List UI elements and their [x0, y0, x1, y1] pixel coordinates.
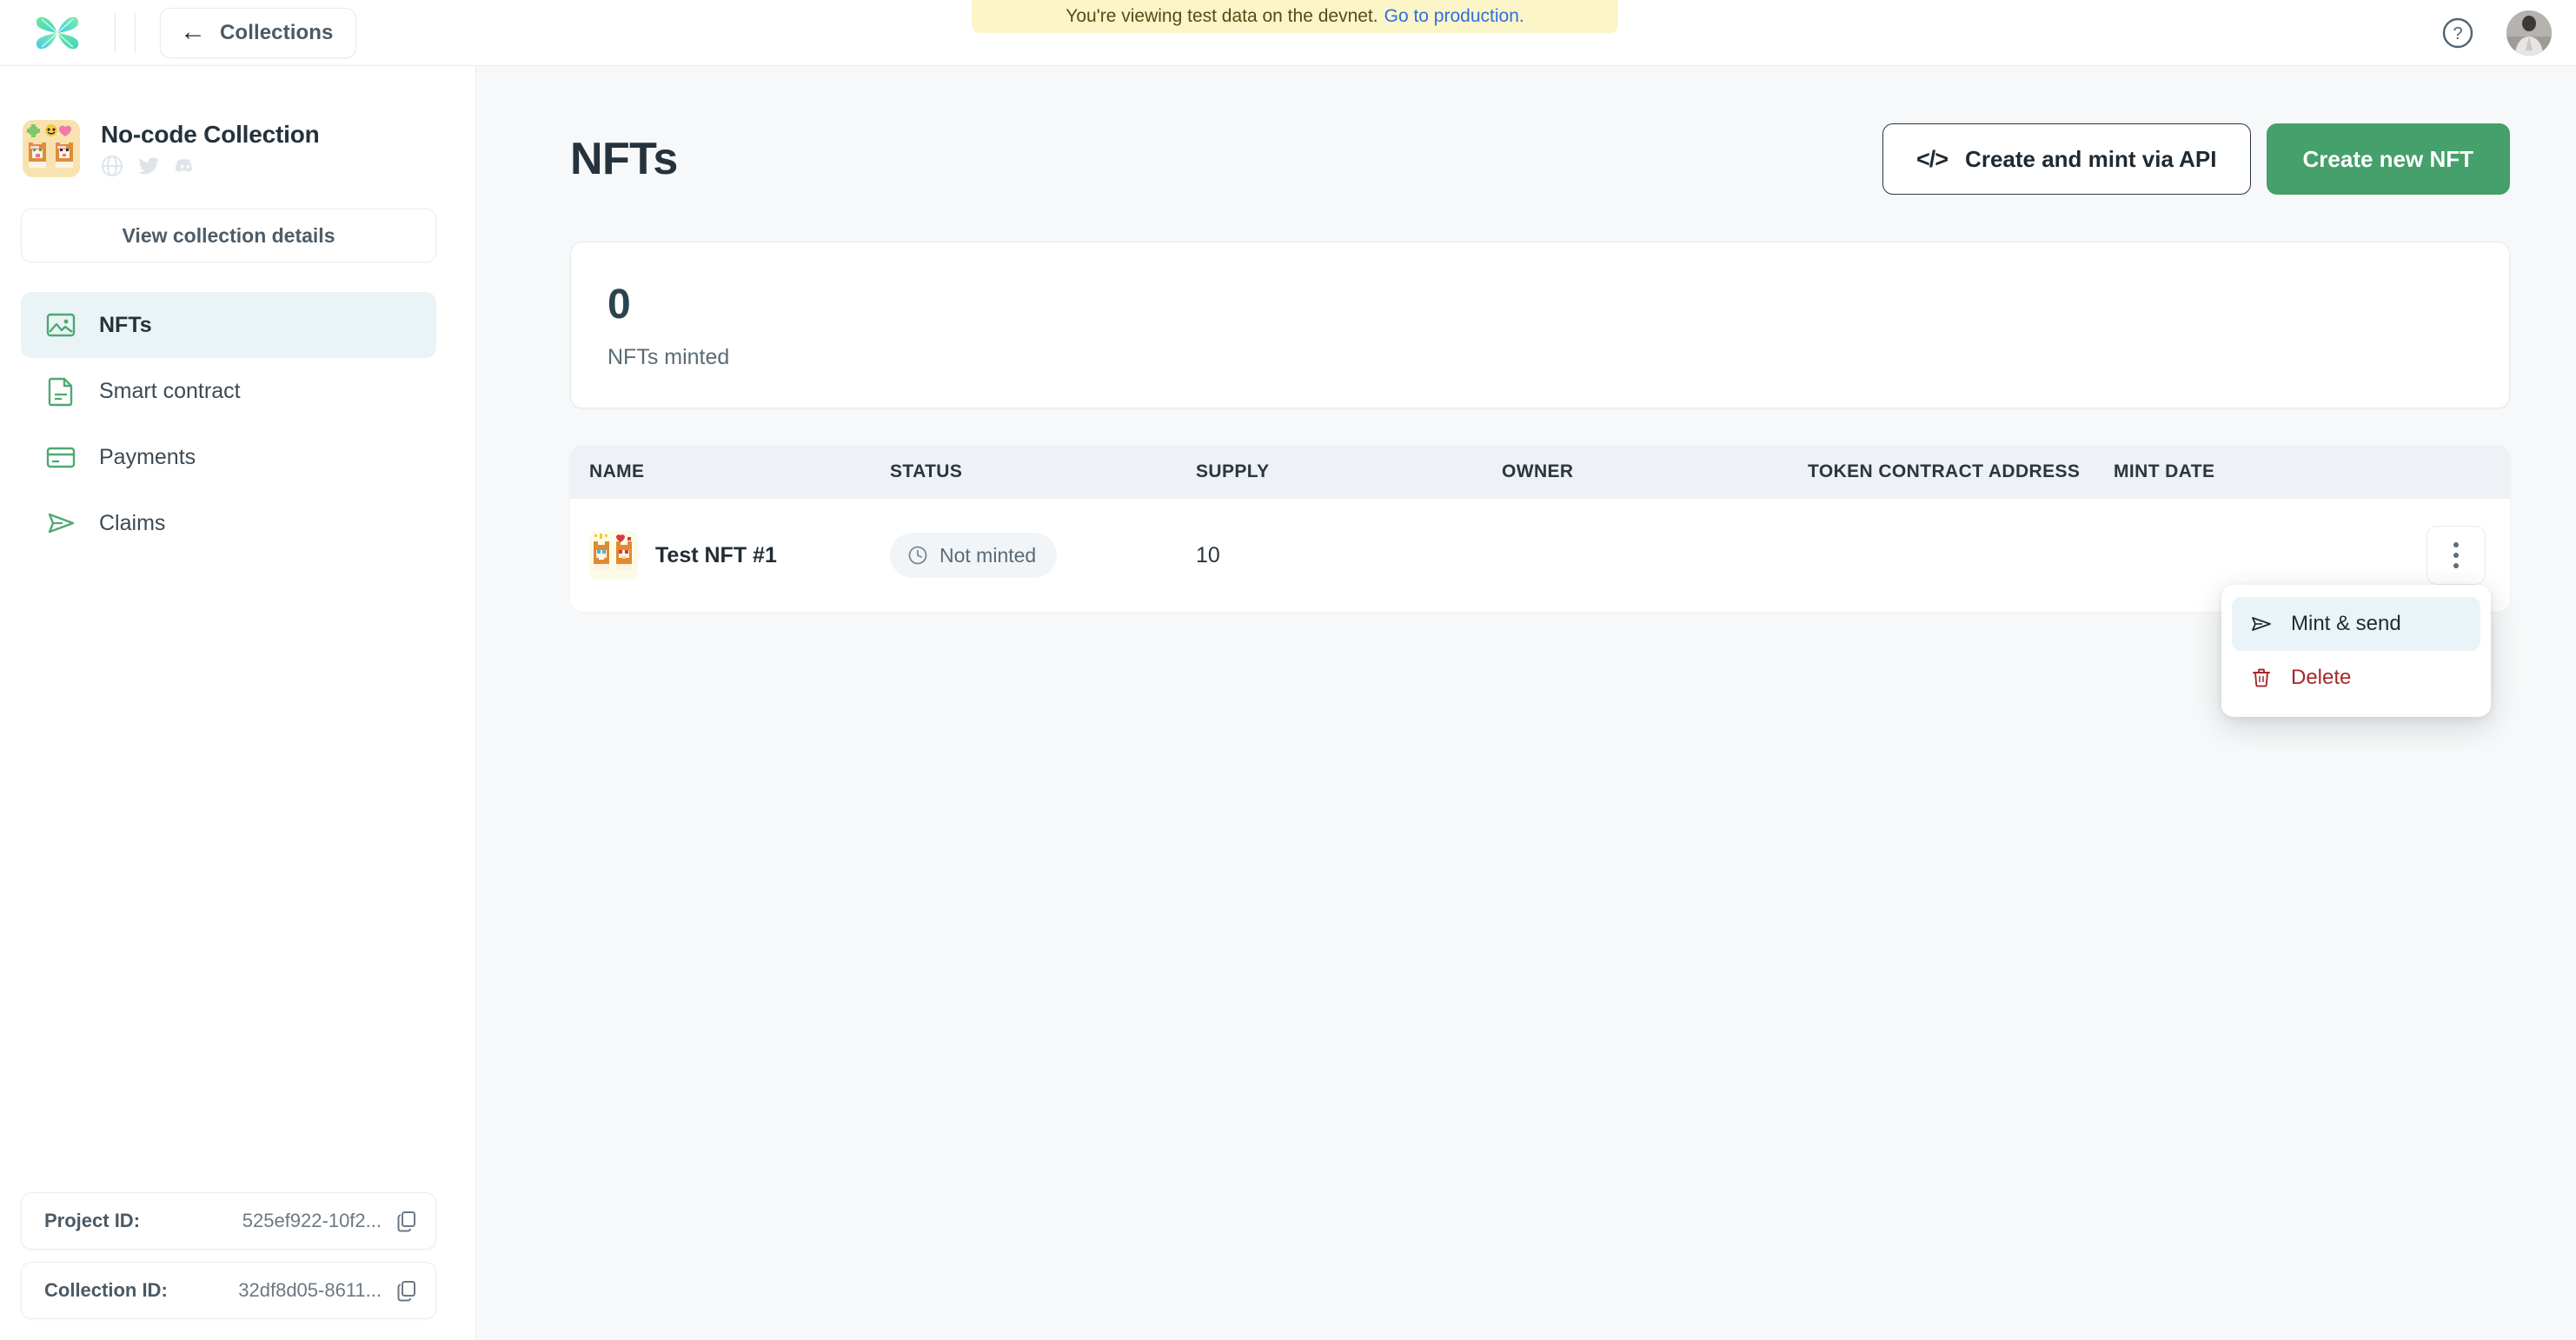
copy-icon[interactable] — [395, 1210, 418, 1232]
back-to-collections-button[interactable]: ← Collections — [160, 7, 357, 58]
avatar-photo — [2506, 10, 2552, 56]
sidebar: No-code Collection View collection detai… — [0, 66, 476, 1340]
social-links — [101, 155, 320, 177]
collection-meta: No-code Collection — [101, 121, 320, 177]
view-collection-details-label: View collection details — [122, 223, 335, 247]
row-actions-menu-button[interactable] — [2427, 526, 2486, 585]
credit-card-icon — [43, 440, 78, 474]
api-button-label: Create and mint via API — [1965, 145, 2217, 172]
back-button-label: Collections — [220, 20, 334, 44]
three-dots-vertical-icon-dot — [2453, 553, 2459, 558]
nft-pixel-art-thumbnail — [589, 531, 638, 580]
column-header-status: STATUS — [890, 461, 963, 481]
column-header-name: NAME — [589, 461, 645, 481]
menu-item-label: Mint & send — [2291, 612, 2401, 635]
globe-icon[interactable] — [101, 155, 123, 177]
column-header-supply: SUPPLY — [1196, 461, 1270, 481]
svg-text:?: ? — [2453, 24, 2462, 43]
sidebar-item-label: NFTs — [99, 312, 152, 337]
status-badge: Not minted — [890, 533, 1058, 578]
page-title: NFTs — [570, 134, 678, 184]
status-label: Not minted — [939, 543, 1037, 567]
column-header-token-contract-address: TOKEN CONTRACT ADDRESS — [1808, 461, 2081, 481]
header-actions: </> Create and mint via API Create new N… — [1882, 123, 2510, 195]
topbar-divider-2 — [135, 12, 136, 53]
table-row[interactable]: Test NFT #1 Not minted 10 — [570, 499, 2510, 612]
go-to-production-link[interactable]: Go to production. — [1384, 6, 1524, 27]
sidebar-item-payments[interactable]: Payments — [21, 424, 436, 490]
project-id-value: 525ef922-10f2... — [242, 1210, 382, 1231]
project-id-row: Project ID: 525ef922-10f2... — [21, 1192, 436, 1250]
column-header-owner: OWNER — [1502, 461, 1574, 481]
three-dots-vertical-icon-dot — [2453, 563, 2459, 568]
send-icon — [2249, 612, 2274, 636]
main-header: NFTs </> Create and mint via API Create … — [476, 66, 2576, 195]
clock-icon — [907, 545, 928, 566]
three-dots-vertical-icon — [2453, 542, 2459, 547]
app-logo[interactable] — [0, 0, 115, 66]
menu-item-label: Delete — [2291, 666, 2352, 689]
project-id-label: Project ID: — [44, 1210, 141, 1231]
nft-name: Test NFT #1 — [655, 542, 777, 567]
create-button-label: Create new NFT — [2302, 145, 2474, 172]
x-butterfly-logo — [36, 17, 79, 49]
image-icon — [43, 308, 78, 342]
code-icon: </> — [1916, 145, 1949, 172]
menu-item-delete[interactable]: Delete — [2232, 651, 2480, 705]
sidebar-item-nfts[interactable]: NFTs — [21, 292, 436, 358]
supply-value: 10 — [1196, 542, 1220, 567]
table-header-row: NAME STATUS SUPPLY OWNER TOKEN CONTRACT … — [570, 445, 2510, 499]
devnet-banner-text: You're viewing test data on the devnet. — [1066, 6, 1378, 26]
create-new-nft-button[interactable]: Create new NFT — [2266, 123, 2510, 195]
discord-icon[interactable] — [174, 155, 196, 177]
sidebar-item-claims[interactable]: Claims — [21, 490, 436, 556]
collection-id-value: 32df8d05-8611... — [238, 1279, 382, 1301]
collection-id-row: Collection ID: 32df8d05-8611... — [21, 1262, 436, 1319]
document-icon — [43, 374, 78, 408]
cell-status: Not minted — [890, 533, 1196, 578]
create-and-mint-via-api-button[interactable]: </> Create and mint via API — [1882, 123, 2251, 195]
menu-item-mint-and-send[interactable]: Mint & send — [2232, 597, 2480, 651]
nfts-minted-stat-card: 0 NFTs minted — [570, 242, 2510, 408]
column-header-mint-date: MINT DATE — [2114, 461, 2215, 481]
help-button[interactable]: ? — [2440, 16, 2475, 50]
sidebar-nav: NFTs Smart contract Payments Claims — [21, 292, 436, 556]
collection-name: No-code Collection — [101, 120, 320, 148]
cell-name: Test NFT #1 — [570, 531, 890, 580]
question-circle-icon: ? — [2442, 17, 2473, 49]
cell-supply: 10 — [1196, 543, 1502, 568]
stat-value: 0 — [607, 282, 631, 328]
sidebar-item-smart-contract[interactable]: Smart contract — [21, 358, 436, 424]
trash-icon — [2249, 666, 2274, 690]
user-avatar[interactable] — [2506, 10, 2552, 56]
stat-label: NFTs minted — [607, 345, 730, 369]
twitter-icon[interactable] — [137, 155, 160, 177]
sidebar-item-label: Smart contract — [99, 378, 241, 403]
copy-icon[interactable] — [395, 1279, 418, 1302]
collection-avatar — [23, 120, 80, 177]
row-actions-dropdown: Mint & send Delete — [2221, 585, 2491, 717]
nfts-table: NAME STATUS SUPPLY OWNER TOKEN CONTRACT … — [570, 445, 2510, 612]
sidebar-item-label: Claims — [99, 510, 166, 535]
sidebar-item-label: Payments — [99, 444, 196, 469]
collection-header: No-code Collection — [0, 66, 475, 177]
topbar-divider-1 — [115, 12, 116, 53]
collection-pixel-art-avatar — [23, 120, 80, 177]
collection-id-label: Collection ID: — [44, 1279, 168, 1301]
topbar-right-group: ? — [2440, 0, 2552, 66]
send-icon — [43, 506, 78, 541]
arrow-left-icon: ← — [180, 17, 206, 46]
view-collection-details-button[interactable]: View collection details — [21, 209, 436, 262]
sidebar-id-block: Project ID: 525ef922-10f2... Collection … — [21, 1192, 436, 1319]
devnet-banner: You're viewing test data on the devnet. … — [972, 0, 1618, 33]
